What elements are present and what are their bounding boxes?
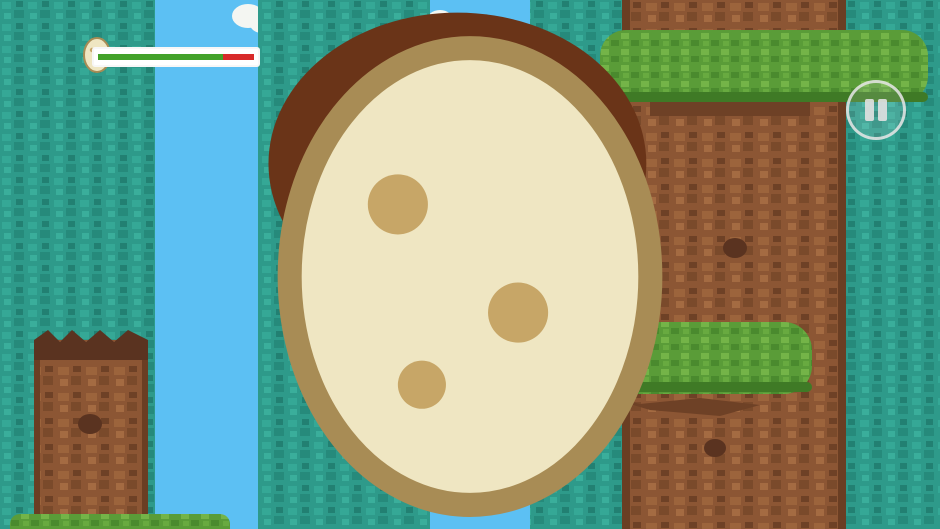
pause-button[interactable] (846, 80, 906, 140)
egg-icon (277, 36, 663, 517)
pause-icon (865, 99, 874, 121)
pause-icon (878, 99, 887, 121)
game-scene (0, 0, 940, 529)
